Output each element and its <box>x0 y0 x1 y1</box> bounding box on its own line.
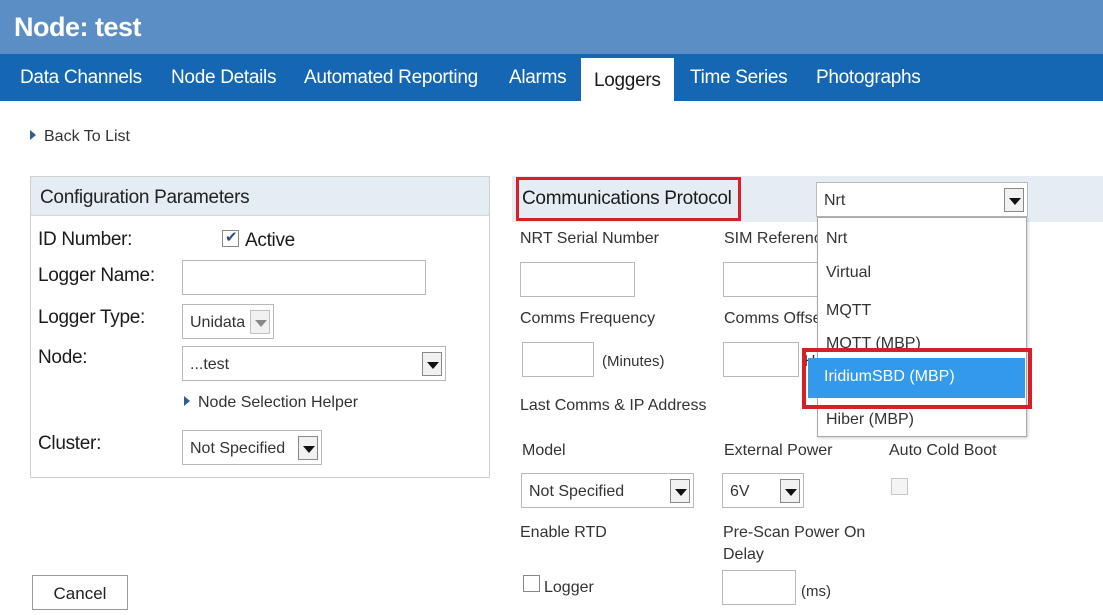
protocol-option-virtual[interactable]: Virtual <box>826 264 871 282</box>
tab-bar: Data Channels Node Details Automated Rep… <box>0 54 1103 101</box>
minutes-unit-label: (Minutes) <box>602 353 665 370</box>
cluster-value: Not Specified <box>190 440 286 457</box>
caret-right-icon <box>30 130 36 140</box>
tab-data-channels[interactable]: Data Channels <box>20 54 142 101</box>
tab-node-details[interactable]: Node Details <box>171 54 276 101</box>
protocol-option-mqtt[interactable]: MQTT <box>826 302 871 320</box>
active-label: Active <box>245 230 295 251</box>
node-select[interactable]: ...test <box>182 346 446 381</box>
comms-offset-label: Comms Offse <box>724 310 822 327</box>
external-power-label: External Power <box>724 442 833 459</box>
auto-cold-boot-label: Auto Cold Boot <box>889 442 997 459</box>
chevron-down-icon <box>298 436 318 460</box>
chevron-down-icon <box>422 352 442 376</box>
caret-right-icon <box>184 396 190 406</box>
communications-protocol-title: Communications Protocol <box>516 177 741 221</box>
logger-name-input[interactable] <box>182 260 426 295</box>
iridium-highlight-box <box>802 348 1032 409</box>
chevron-down-icon <box>670 479 690 503</box>
node-value: ...test <box>190 356 230 373</box>
external-power-select[interactable]: 6V <box>722 473 804 508</box>
protocol-select[interactable]: Nrt <box>816 182 1028 217</box>
tab-automated-reporting[interactable]: Automated Reporting <box>304 54 478 101</box>
title-bar: Node: test <box>0 0 1103 54</box>
nrt-serial-number-input[interactable] <box>520 262 635 297</box>
logger-name-label: Logger Name: <box>38 265 155 286</box>
protocol-option-hiber-mbp[interactable]: Hiber (MBP) <box>826 411 914 429</box>
comms-offset-input[interactable] <box>723 342 799 377</box>
logger-rtd-label: Logger <box>544 579 594 596</box>
tab-alarms[interactable]: Alarms <box>509 54 567 101</box>
node-selection-helper-label: Node Selection Helper <box>198 394 359 411</box>
auto-cold-boot-checkbox[interactable] <box>891 478 908 495</box>
configuration-panel-header: Configuration Parameters <box>31 177 489 216</box>
protocol-option-nrt[interactable]: Nrt <box>826 230 847 248</box>
protocol-select-value: Nrt <box>824 192 846 209</box>
prescan-label-line1: Pre-Scan Power On <box>723 524 866 541</box>
cluster-label: Cluster: <box>38 433 102 454</box>
cancel-button[interactable]: Cancel <box>32 575 128 610</box>
page-title: Node: test <box>14 12 142 42</box>
logger-type-value: Unidata <box>190 314 246 331</box>
last-comms-ip-label: Last Comms & IP Address <box>520 397 707 414</box>
logger-rtd-checkbox[interactable] <box>523 575 540 592</box>
logger-type-select[interactable]: Unidata <box>182 304 274 339</box>
tab-loggers[interactable]: Loggers <box>581 58 674 101</box>
cluster-select[interactable]: Not Specified <box>182 430 322 465</box>
chevron-down-icon <box>250 310 270 334</box>
node-label: Node: <box>38 347 88 368</box>
sim-reference-label: SIM Referenc <box>724 230 822 247</box>
prescan-delay-input[interactable] <box>722 570 796 605</box>
model-select[interactable]: Not Specified <box>521 473 694 508</box>
ms-unit-label: (ms) <box>801 583 831 600</box>
active-checkbox[interactable] <box>222 228 239 247</box>
comms-frequency-input[interactable] <box>522 342 594 377</box>
node-selection-helper-link[interactable]: Node Selection Helper <box>184 394 358 412</box>
back-to-list-link[interactable]: Back To List <box>30 128 130 146</box>
chevron-down-icon <box>1004 188 1024 212</box>
tab-photographs[interactable]: Photographs <box>816 54 921 101</box>
model-select-value: Not Specified <box>529 483 625 500</box>
model-label: Model <box>522 442 566 459</box>
external-power-value: 6V <box>730 483 750 500</box>
id-number-label: ID Number: <box>38 229 133 250</box>
chevron-down-icon <box>780 479 800 503</box>
sim-reference-input[interactable] <box>723 262 818 297</box>
enable-rtd-label: Enable RTD <box>520 524 607 541</box>
prescan-label-line2: Delay <box>723 546 764 563</box>
comms-frequency-label: Comms Frequency <box>520 310 656 327</box>
tab-time-series[interactable]: Time Series <box>690 54 788 101</box>
nrt-serial-number-label: NRT Serial Number <box>520 230 660 247</box>
back-to-list-label: Back To List <box>44 128 130 145</box>
logger-type-label: Logger Type: <box>38 307 145 328</box>
